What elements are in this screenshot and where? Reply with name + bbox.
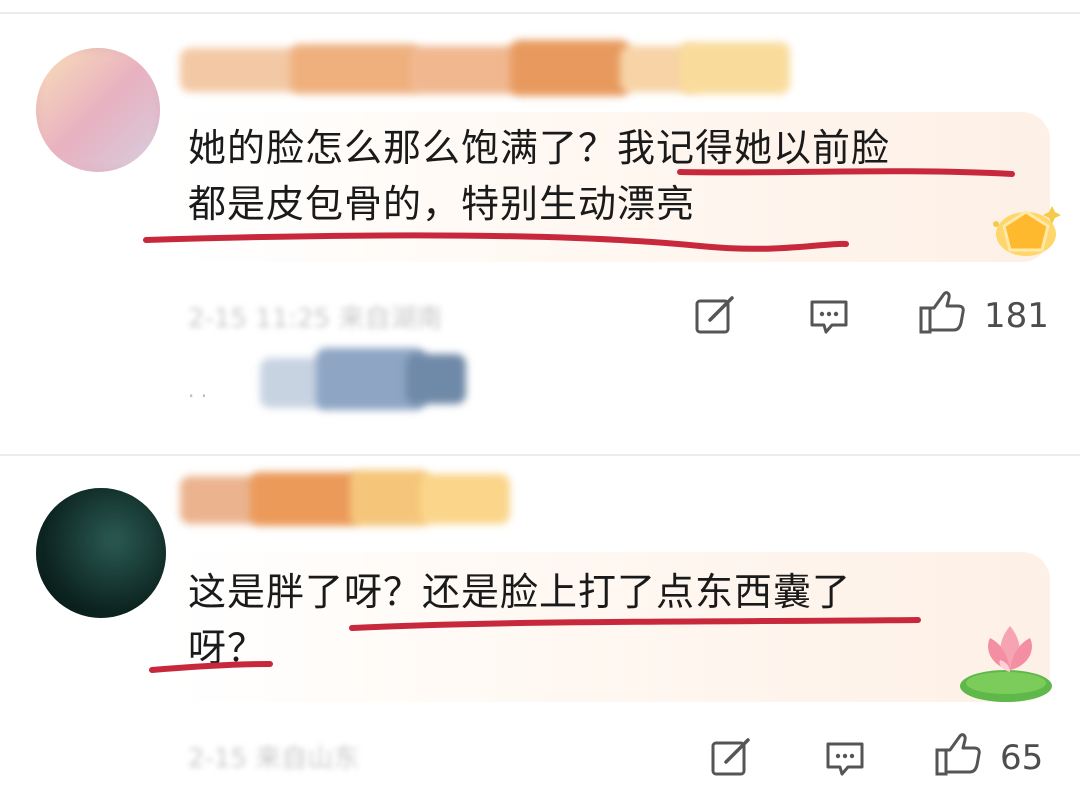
hand-drawn-underline	[143, 168, 1015, 252]
username-blurred[interactable]	[180, 470, 520, 530]
edit-icon[interactable]	[694, 296, 736, 336]
top-divider	[0, 12, 1080, 14]
hand-drawn-underline	[149, 617, 921, 673]
reply-icon[interactable]	[824, 740, 866, 778]
comment-meta: 2-15 来自山东	[188, 744, 360, 774]
thumbs-up-icon[interactable]	[934, 732, 982, 778]
gold-badge-icon	[993, 206, 1061, 256]
edit-icon[interactable]	[710, 738, 752, 778]
reply-icon[interactable]	[808, 298, 850, 336]
avatar[interactable]	[36, 48, 160, 172]
reply-preview-blurred[interactable]: · ·	[186, 346, 476, 416]
comment-meta: 2-15 11:25 来自湖南	[188, 304, 443, 334]
lotus-icon	[960, 626, 1052, 702]
thumbs-up-icon[interactable]	[918, 290, 966, 336]
comment-divider	[0, 454, 1080, 456]
like-count: 65	[1000, 738, 1044, 778]
like-count: 181	[984, 296, 1049, 336]
avatar[interactable]	[36, 488, 166, 618]
username-blurred[interactable]	[180, 40, 800, 100]
